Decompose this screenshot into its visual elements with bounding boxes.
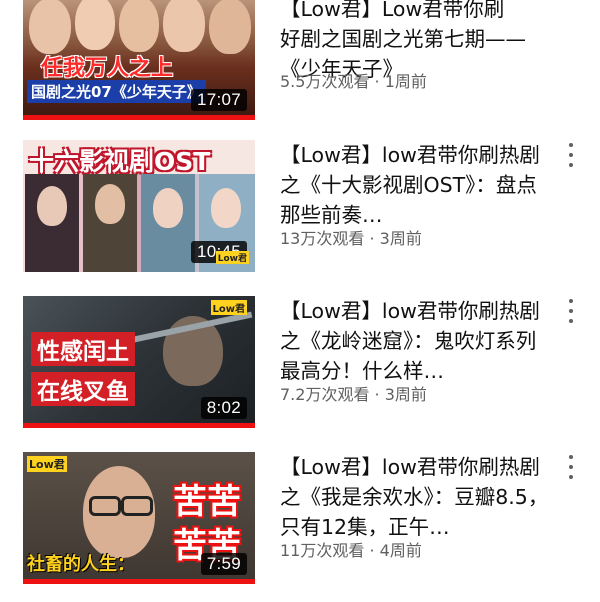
thumbnail-progress-bar xyxy=(23,423,255,428)
meta-separator: · xyxy=(364,229,380,248)
channel-logo: Low君 xyxy=(215,251,249,264)
video-meta: 7.2万次观看 · 3周前 xyxy=(280,381,427,405)
video-row[interactable]: Low君 苦苦 苦苦 社畜的人生： 7:59 【Low君】low君带你刷热剧之《… xyxy=(0,452,600,602)
video-row[interactable]: 十六影视剧OST 10:45 Low君 【Low君】low君带你刷热剧之《十大影… xyxy=(0,140,600,290)
video-title[interactable]: 【Low君】low君带你刷热剧之《龙岭迷窟》：鬼吹灯系列最高分！什么样… xyxy=(280,296,552,386)
video-row[interactable]: 性感闰土 在线叉鱼 Low君 8:02 【Low君】low君带你刷热剧之《龙岭迷… xyxy=(0,296,600,446)
view-count: 7.2万次观看 xyxy=(280,385,370,404)
video-row[interactable]: 任我万人之上 国剧之光07《少年天子》 17:07 【Low君】Low君带你刷 … xyxy=(0,0,600,120)
meta-separator: · xyxy=(364,541,380,560)
video-duration: 7:59 xyxy=(200,553,247,575)
thumbnail-caption: 任我万人之上 xyxy=(41,56,174,81)
video-duration: 17:07 xyxy=(190,89,247,111)
meta-separator: · xyxy=(369,385,385,404)
video-thumbnail[interactable]: 十六影视剧OST 10:45 Low君 xyxy=(23,140,255,272)
video-title[interactable]: 【Low君】low君带你刷热剧之《我是余欢水》：豆瓣8.5，只有12集，正午… xyxy=(280,452,552,542)
video-title[interactable]: 【Low君】low君带你刷热剧之《十大影视剧OST》：盘点那些前奏… xyxy=(280,140,552,230)
view-count: 13万次观看 xyxy=(280,229,365,248)
video-thumbnail[interactable]: Low君 苦苦 苦苦 社畜的人生： 7:59 xyxy=(23,452,255,584)
video-meta: 11万次观看 · 4周前 xyxy=(280,537,422,561)
video-meta: 5.5万次观看 · 1周前 xyxy=(280,68,427,92)
video-duration: 8:02 xyxy=(200,397,247,419)
video-title-partial-line: 【Low君】Low君带你刷 xyxy=(280,0,505,21)
upload-age: 3周前 xyxy=(384,385,427,404)
thumbnail-subcaption: 社畜的人生： xyxy=(27,554,135,575)
video-thumbnail[interactable]: 性感闰土 在线叉鱼 Low君 8:02 xyxy=(23,296,255,428)
video-thumbnail[interactable]: 任我万人之上 国剧之光07《少年天子》 17:07 xyxy=(23,0,255,120)
more-options-icon[interactable] xyxy=(562,299,580,323)
thumbnail-caption: 苦苦 xyxy=(173,482,241,522)
upload-age: 3周前 xyxy=(379,229,422,248)
thumbnail-subcaption: 国剧之光07《少年天子》 xyxy=(27,80,206,103)
video-meta: 13万次观看 · 3周前 xyxy=(280,225,422,249)
view-count: 5.5万次观看 xyxy=(280,72,370,91)
upload-age: 4周前 xyxy=(379,541,422,560)
thumbnail-caption: 性感闰土 xyxy=(31,332,135,366)
more-options-icon[interactable] xyxy=(562,143,580,167)
channel-logo: Low君 xyxy=(27,456,67,472)
thumbnail-progress-bar xyxy=(23,115,255,120)
view-count: 11万次观看 xyxy=(280,541,365,560)
upload-age: 1周前 xyxy=(384,72,427,91)
more-options-icon[interactable] xyxy=(562,455,580,479)
thumbnail-caption: 在线叉鱼 xyxy=(31,372,135,406)
meta-separator: · xyxy=(369,72,385,91)
thumbnail-caption: 十六影视剧OST xyxy=(29,147,211,176)
channel-logo: Low君 xyxy=(210,300,247,315)
thumbnail-progress-bar xyxy=(23,579,255,584)
